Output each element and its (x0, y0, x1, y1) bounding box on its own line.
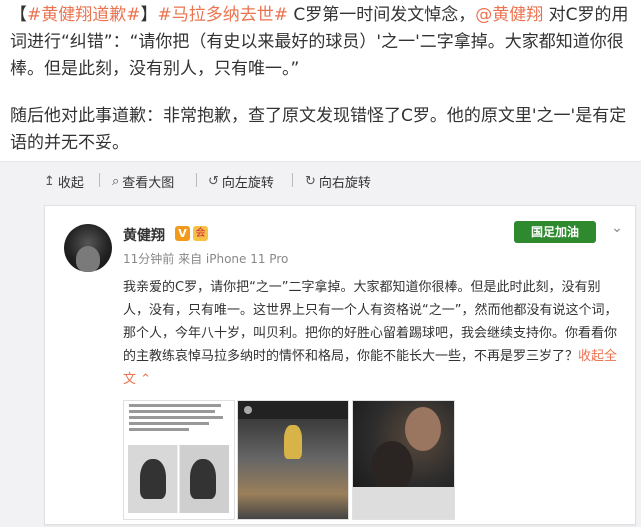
collapse-icon: ↥ (44, 174, 55, 189)
post-text: 我亲爱的C罗，请你把“之一”二字拿掉。大家都知道你很棒。但是此时此刻，没有别人，… (123, 276, 623, 391)
rotate-right-label: 向右旋转 (318, 176, 371, 191)
hashtag-link-apology[interactable]: #黄健翔道歉# (27, 5, 141, 25)
rotate-right-icon: ↻ (305, 174, 316, 189)
photo-figure (405, 407, 441, 451)
view-large-button[interactable]: ⌕ 查看大图 (112, 172, 174, 191)
post-image-thumbnail[interactable] (123, 400, 235, 520)
view-large-label: 查看大图 (122, 176, 175, 191)
rotate-left-button[interactable]: ↺ 向左旋转 (208, 172, 274, 191)
article-paragraph-2: 随后他对此事道歉：非常抱歉，查了原文发现错怪了C罗。他的原文里'之一'是有定语的… (10, 106, 627, 153)
rotate-left-icon: ↺ (208, 174, 219, 189)
bracket-close: 】 (140, 5, 158, 25)
photo-figure (353, 487, 454, 519)
post-image-thumbnail[interactable] (352, 400, 455, 520)
photo-figure (371, 441, 413, 493)
bracket-open: 【 (10, 5, 27, 25)
search-icon: ⌕ (112, 174, 120, 189)
divider (292, 173, 293, 187)
thumbnail-header (238, 401, 348, 419)
trophy-shape (284, 425, 302, 459)
post-meta: 11分钟前 来自 iPhone 11 Pro (123, 252, 289, 266)
thumbnail-text-lines (124, 404, 234, 431)
weibo-post-card: 黄健翔 V 会 11分钟前 来自 iPhone 11 Pro 国足加油 ⌄ 我亲… (44, 205, 636, 525)
embedded-screenshot-area: 黄健翔 V 会 11分钟前 来自 iPhone 11 Pro 国足加油 ⌄ 我亲… (0, 199, 641, 527)
rotate-right-button[interactable]: ↻ 向右旋转 (305, 172, 371, 191)
thumbnail-photo (128, 445, 229, 513)
paragraph-text: C罗第一时间发文悼念， (288, 5, 476, 25)
chevron-up-icon[interactable]: ⌃ (140, 372, 151, 387)
divider (99, 173, 100, 187)
image-toolbar: ↥ 收起 ⌕ 查看大图 ↺ 向左旋转 ↻ 向右旋转 (0, 161, 641, 200)
verified-badge: V (175, 226, 190, 241)
chevron-down-icon[interactable]: ⌄ (608, 220, 626, 238)
post-body: 我亲爱的C罗，请你把“之一”二字拿掉。大家都知道你很棒。但是此时此刻，没有别人，… (123, 280, 618, 364)
avatar[interactable] (64, 224, 112, 272)
article-paragraph-1: 【#黄健翔道歉#】#马拉多纳去世# C罗第一时间发文悼念，@黄健翔 对C罗的用词… (10, 2, 634, 83)
hashtag-link-maradona[interactable]: #马拉多纳去世# (158, 5, 289, 25)
member-badge: 会 (193, 226, 208, 241)
collapse-button[interactable]: ↥ 收起 (44, 172, 84, 191)
collapse-label: 收起 (57, 176, 84, 191)
rotate-left-label: 向左旋转 (221, 176, 274, 191)
brand-badge: 国足加油 (514, 221, 596, 243)
divider (196, 173, 197, 187)
username[interactable]: 黄健翔 (123, 225, 165, 245)
post-image-thumbnail[interactable] (237, 400, 349, 520)
mention-link[interactable]: @黄健翔 (475, 5, 543, 25)
